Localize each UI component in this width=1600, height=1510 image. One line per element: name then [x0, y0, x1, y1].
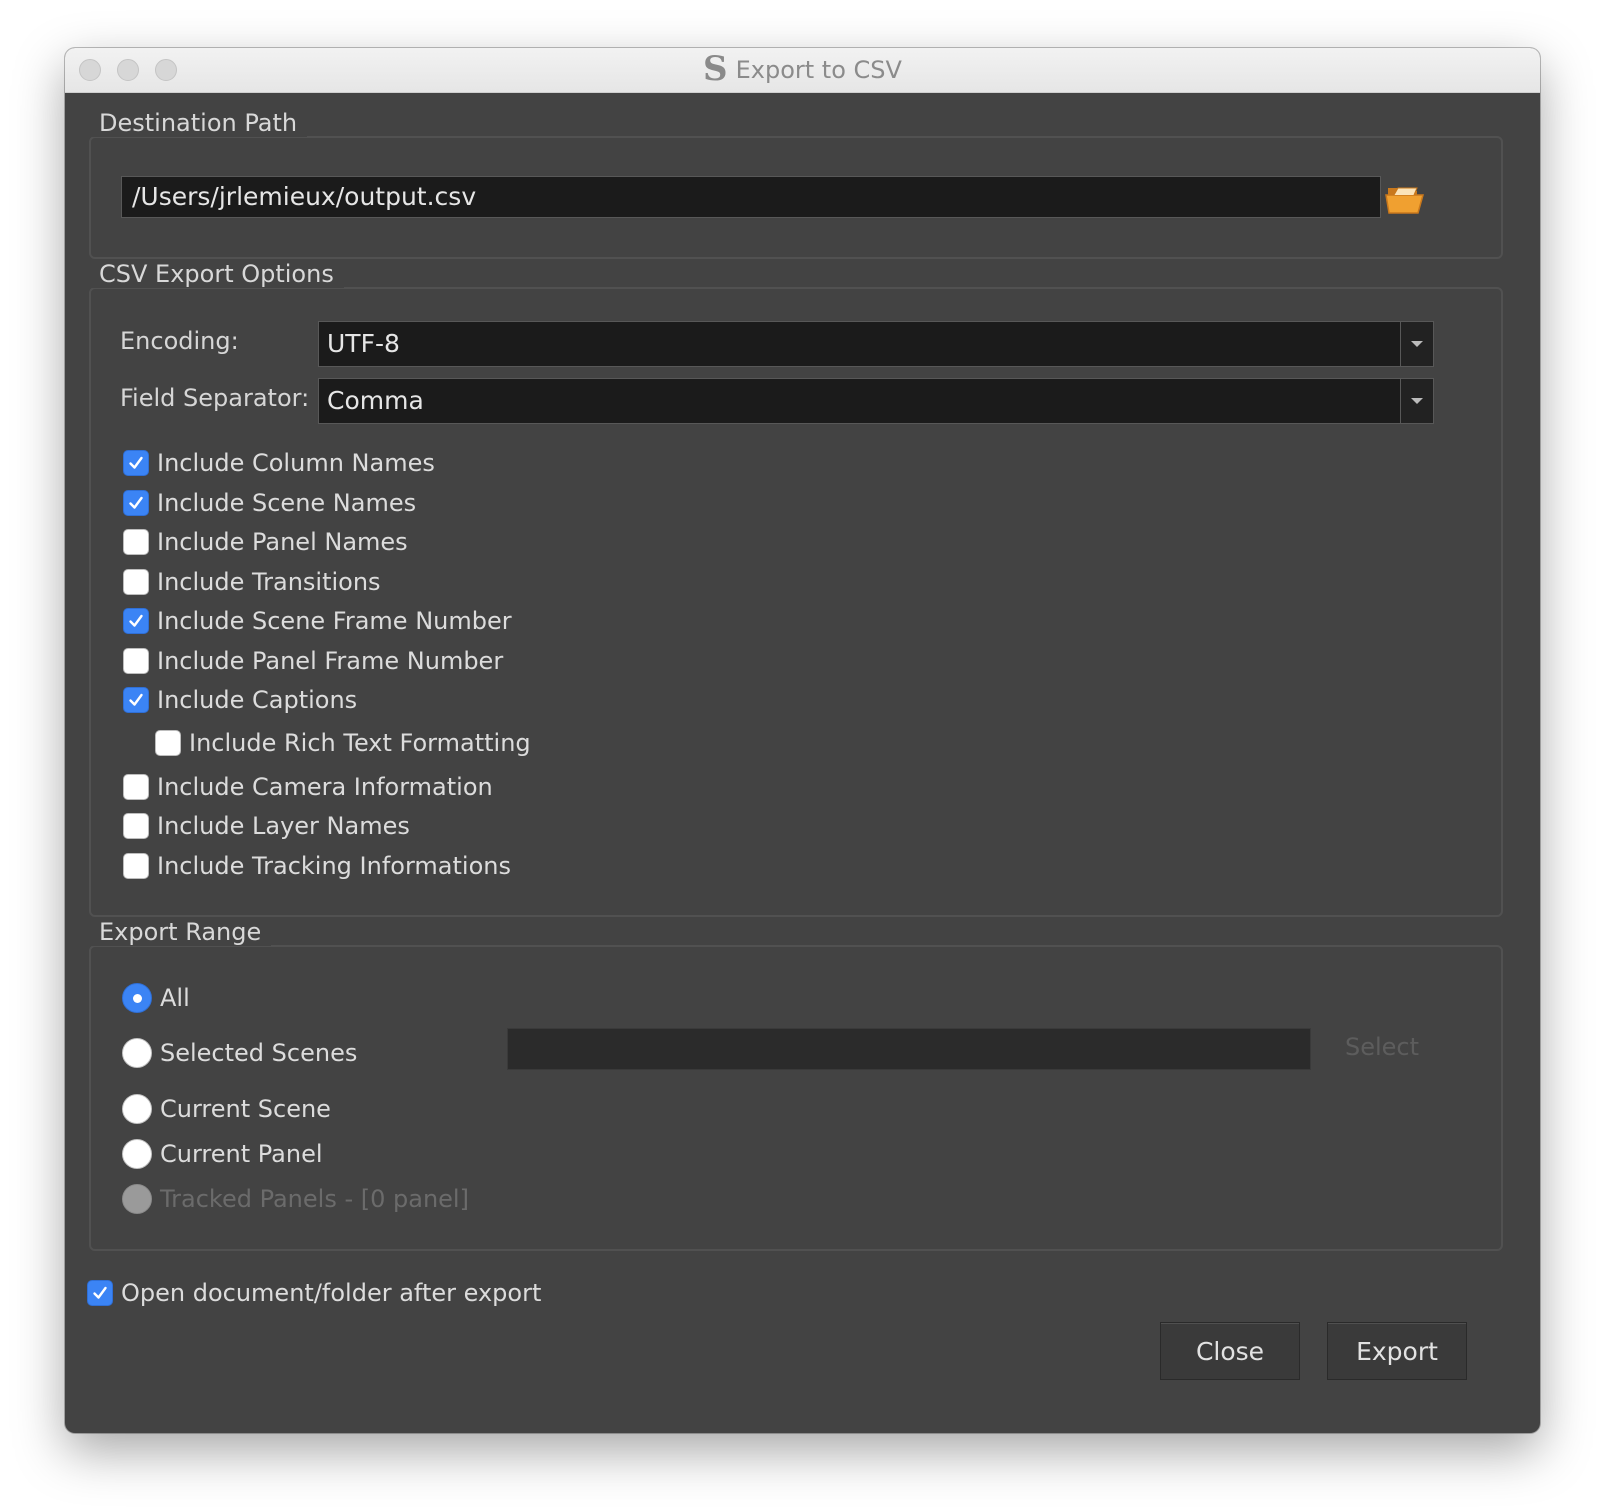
- app-logo-icon: S: [703, 49, 728, 89]
- checkbox-box[interactable]: [123, 774, 149, 800]
- folder-open-icon: [1385, 187, 1424, 214]
- checkmark-icon: [129, 456, 143, 469]
- current-scene-radio[interactable]: Current Scene: [122, 1093, 331, 1125]
- browse-folder-button[interactable]: [1385, 182, 1425, 216]
- field-separator-label: Field Separator:: [120, 384, 310, 412]
- chevron-down-icon: [1411, 398, 1423, 404]
- export-range-legend: Export Range: [89, 918, 272, 946]
- encoding-dropdown-arrow[interactable]: [1400, 322, 1433, 366]
- include-panel-names-checkbox[interactable]: Include Panel Names: [123, 527, 408, 557]
- include-column-names-checkbox[interactable]: Include Column Names: [123, 448, 435, 478]
- export-button[interactable]: Export: [1327, 1322, 1467, 1380]
- selected-scenes-input[interactable]: [507, 1028, 1311, 1070]
- current-panel-label: Current Panel: [160, 1140, 323, 1168]
- include-scene-names-checkbox[interactable]: Include Scene Names: [123, 488, 416, 518]
- checkbox-box[interactable]: [87, 1280, 113, 1306]
- select-scenes-button[interactable]: Select: [1345, 1033, 1419, 1061]
- encoding-label: Encoding:: [120, 327, 239, 355]
- open-after-export-label: Open document/folder after export: [121, 1279, 542, 1307]
- field-separator-dropdown-arrow[interactable]: [1400, 379, 1433, 423]
- checkmark-icon: [129, 614, 143, 627]
- radio-circle: [122, 1184, 152, 1214]
- selected-scenes-label: Selected Scenes: [160, 1039, 358, 1067]
- include-tracking-informations-checkbox[interactable]: Include Tracking Informations: [123, 851, 511, 881]
- include-panel-frame-number-checkbox[interactable]: Include Panel Frame Number: [123, 646, 503, 676]
- include-scene-frame-number-checkbox[interactable]: Include Scene Frame Number: [123, 606, 512, 636]
- checkbox-box[interactable]: [123, 813, 149, 839]
- checkbox-box[interactable]: [123, 569, 149, 595]
- include-camera-information-label: Include Camera Information: [157, 773, 493, 801]
- csv-export-options-legend: CSV Export Options: [89, 260, 344, 288]
- current-scene-label: Current Scene: [160, 1095, 331, 1123]
- encoding-select[interactable]: UTF-8: [318, 321, 1434, 367]
- current-panel-radio[interactable]: Current Panel: [122, 1138, 323, 1170]
- include-tracking-informations-label: Include Tracking Informations: [157, 852, 511, 880]
- tracked-panels-0-panel-radio: Tracked Panels - [0 panel]: [122, 1183, 469, 1215]
- checkbox-box[interactable]: [123, 490, 149, 516]
- include-rich-text-formatting-label: Include Rich Text Formatting: [189, 729, 531, 757]
- checkbox-box[interactable]: [123, 648, 149, 674]
- checkbox-box[interactable]: [123, 687, 149, 713]
- checkbox-box[interactable]: [123, 529, 149, 555]
- include-transitions-checkbox[interactable]: Include Transitions: [123, 567, 381, 597]
- encoding-value: UTF-8: [327, 329, 400, 358]
- include-layer-names-checkbox[interactable]: Include Layer Names: [123, 811, 410, 841]
- include-column-names-label: Include Column Names: [157, 449, 435, 477]
- checkmark-icon: [129, 693, 143, 706]
- include-transitions-label: Include Transitions: [157, 568, 381, 596]
- close-button[interactable]: Close: [1160, 1322, 1300, 1380]
- destination-path-input[interactable]: /Users/jrlemieux/output.csv: [121, 176, 1381, 218]
- radio-dot-icon: [132, 993, 142, 1003]
- include-panel-names-label: Include Panel Names: [157, 528, 408, 556]
- export-csv-dialog: S Export to CSV Destination Path /Users/…: [65, 48, 1540, 1433]
- include-captions-label: Include Captions: [157, 686, 358, 714]
- open-after-export-checkbox[interactable]: Open document/folder after export: [87, 1278, 541, 1308]
- radio-circle[interactable]: [122, 1038, 152, 1068]
- radio-circle[interactable]: [122, 1139, 152, 1169]
- all-label: All: [160, 984, 190, 1012]
- all-radio[interactable]: All: [122, 982, 190, 1014]
- include-panel-frame-number-label: Include Panel Frame Number: [157, 647, 504, 675]
- field-separator-select[interactable]: Comma: [318, 378, 1434, 424]
- window-title: Export to CSV: [735, 56, 902, 84]
- chevron-down-icon: [1411, 341, 1423, 347]
- checkbox-box[interactable]: [123, 608, 149, 634]
- checkbox-box[interactable]: [123, 853, 149, 879]
- radio-circle[interactable]: [122, 983, 152, 1013]
- include-scene-frame-number-label: Include Scene Frame Number: [157, 607, 512, 635]
- checkbox-box[interactable]: [155, 730, 181, 756]
- field-separator-value: Comma: [327, 386, 424, 415]
- selected-scenes-radio[interactable]: Selected Scenes: [122, 1037, 357, 1069]
- title-bar: S Export to CSV: [65, 48, 1540, 93]
- include-scene-names-label: Include Scene Names: [157, 489, 417, 517]
- checkbox-box[interactable]: [123, 450, 149, 476]
- include-captions-checkbox[interactable]: Include Captions: [123, 685, 357, 715]
- checkmark-icon: [93, 1286, 107, 1299]
- include-camera-information-checkbox[interactable]: Include Camera Information: [123, 772, 493, 802]
- tracked-panels-0-panel-label: Tracked Panels - [0 panel]: [160, 1185, 469, 1213]
- include-rich-text-formatting-checkbox[interactable]: Include Rich Text Formatting: [155, 728, 531, 758]
- destination-path-legend: Destination Path: [89, 109, 308, 137]
- checkmark-icon: [129, 496, 143, 509]
- radio-circle[interactable]: [122, 1094, 152, 1124]
- include-layer-names-label: Include Layer Names: [157, 812, 410, 840]
